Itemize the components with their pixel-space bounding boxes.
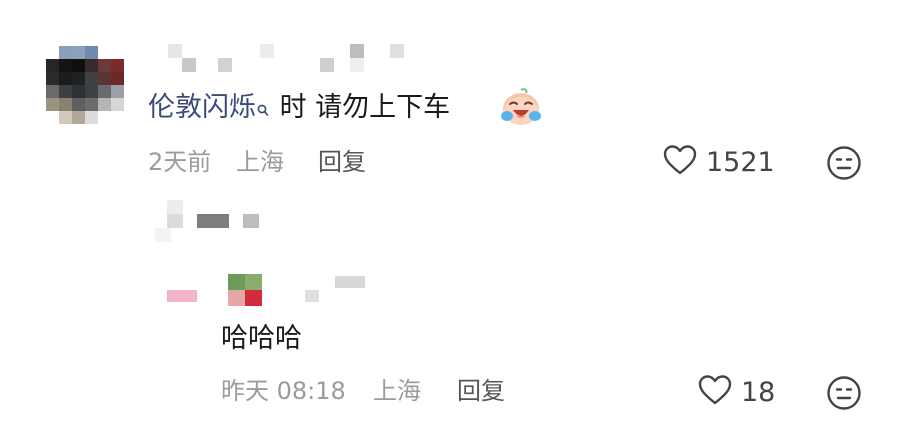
- search-icon[interactable]: [257, 96, 269, 123]
- heart-icon: [697, 374, 733, 410]
- avatar[interactable]: [46, 46, 124, 124]
- like-count: 1521: [706, 146, 775, 178]
- crying-laughing-emoji-icon: [500, 86, 542, 132]
- reply-dislike-face-icon[interactable]: [826, 375, 862, 415]
- comment-link[interactable]: 伦敦闪烁: [148, 92, 256, 123]
- comment-body: 时 请勿上下车: [271, 92, 451, 123]
- reply-location: 上海: [373, 377, 421, 405]
- like-button[interactable]: 1521: [662, 144, 775, 180]
- comment-text: 伦敦闪烁 时 请勿上下车: [148, 94, 450, 123]
- reply-reply-button[interactable]: 回复: [457, 379, 505, 403]
- reply-username[interactable]: [165, 274, 375, 310]
- reply-like-button[interactable]: 18: [697, 374, 775, 410]
- reply-button[interactable]: 回复: [318, 150, 366, 174]
- reply-text: 哈哈哈: [221, 323, 302, 354]
- reply-parent-username[interactable]: [155, 200, 285, 244]
- comment-location: 上海: [236, 148, 284, 176]
- dislike-face-icon[interactable]: [826, 145, 862, 185]
- username[interactable]: [160, 44, 420, 76]
- reply-date: 昨天 08:18: [221, 377, 346, 405]
- heart-icon: [662, 144, 698, 180]
- comment-date: 2天前: [148, 148, 212, 176]
- reply-like-count: 18: [741, 376, 776, 408]
